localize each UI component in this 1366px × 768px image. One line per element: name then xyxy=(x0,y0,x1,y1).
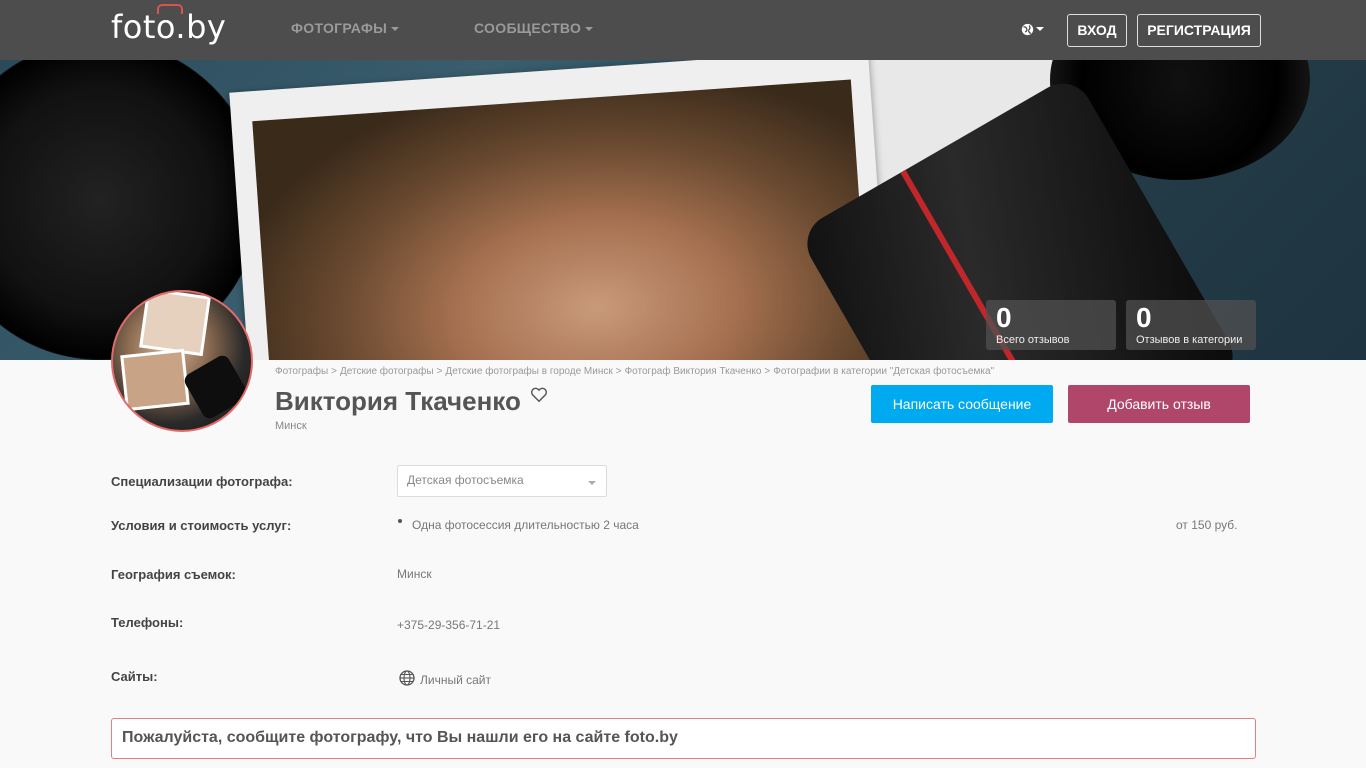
nav-community-label: СООБЩЕСТВО xyxy=(474,20,582,36)
notice-banner: Пожалуйста, сообщите фотографу, что Вы н… xyxy=(111,718,1256,759)
site-logo[interactable]: foto.by xyxy=(111,4,226,46)
stat-total-reviews-value: 0 xyxy=(996,302,1012,333)
globe-icon xyxy=(1021,23,1034,35)
top-navbar: foto.by ФОТОГРАФЫ СООБЩЕСТВО ВХОД РЕГИСТ… xyxy=(0,0,1366,60)
breadcrumb-item: Фотографии в категории "Детская фотосъем… xyxy=(773,366,995,377)
chevron-down-icon xyxy=(588,481,596,485)
stat-total-reviews: 0 Всего отзывов xyxy=(986,300,1116,350)
service-price: от 150 руб. xyxy=(1176,518,1238,532)
caret-down-icon xyxy=(585,27,594,32)
stat-category-reviews: 0 Отзывов в категории xyxy=(1126,300,1256,350)
login-button[interactable]: ВХОД xyxy=(1067,14,1127,47)
specialization-select[interactable]: Детская фотосъемка xyxy=(397,465,607,497)
register-button[interactable]: РЕГИСТРАЦИЯ xyxy=(1137,14,1261,47)
nav-community[interactable]: СООБЩЕСТВО xyxy=(474,20,594,36)
write-message-button[interactable]: Написать сообщение xyxy=(871,385,1053,423)
heart-icon[interactable] xyxy=(530,387,548,403)
bullet-icon xyxy=(398,519,402,523)
language-selector[interactable] xyxy=(1021,20,1049,40)
specialization-label: Специализации фотографа: xyxy=(111,474,293,489)
services-label: Условия и стоимость услуг: xyxy=(111,518,292,533)
profile-city: Минск xyxy=(275,420,307,432)
geography-value: Минск xyxy=(397,567,432,581)
avatar[interactable] xyxy=(111,290,253,432)
globe-icon xyxy=(399,670,415,686)
caret-down-icon xyxy=(1036,27,1044,32)
breadcrumb-item[interactable]: Фотограф Виктория Ткаченко xyxy=(625,366,762,377)
specialization-selected: Детская фотосъемка xyxy=(407,473,524,487)
breadcrumb-item[interactable]: Детские фотографы в городе Минск xyxy=(445,366,612,377)
sites-label: Сайты: xyxy=(111,669,158,684)
phones-label: Телефоны: xyxy=(111,615,184,630)
breadcrumb-item[interactable]: Фотографы xyxy=(275,366,328,377)
nav-photographers[interactable]: ФОТОГРАФЫ xyxy=(291,20,400,36)
service-item: Одна фотосессия длительностью 2 часа xyxy=(412,518,639,532)
breadcrumb-separator: > xyxy=(615,366,622,377)
breadcrumb-item[interactable]: Детские фотографы xyxy=(340,366,434,377)
personal-site-link[interactable]: Личный сайт xyxy=(420,673,491,687)
phone-value[interactable]: +375-29-356-71-21 xyxy=(397,618,500,632)
breadcrumb: Фотографы > Детские фотографы > Детские фото… xyxy=(275,366,994,377)
geography-label: География съемок: xyxy=(111,567,236,582)
page-title: Виктория Ткаченко xyxy=(275,386,521,416)
camera-logo-icon xyxy=(157,4,183,14)
stat-category-reviews-value: 0 xyxy=(1136,302,1152,333)
stat-category-reviews-label: Отзывов в категории xyxy=(1136,334,1243,346)
breadcrumb-separator: > xyxy=(436,366,443,377)
breadcrumb-separator: > xyxy=(331,366,338,377)
add-review-button[interactable]: Добавить отзыв xyxy=(1068,385,1250,423)
stat-total-reviews-label: Всего отзывов xyxy=(996,334,1070,346)
caret-down-icon xyxy=(391,27,400,32)
nav-photographers-label: ФОТОГРАФЫ xyxy=(291,20,388,36)
breadcrumb-separator: > xyxy=(764,366,771,377)
